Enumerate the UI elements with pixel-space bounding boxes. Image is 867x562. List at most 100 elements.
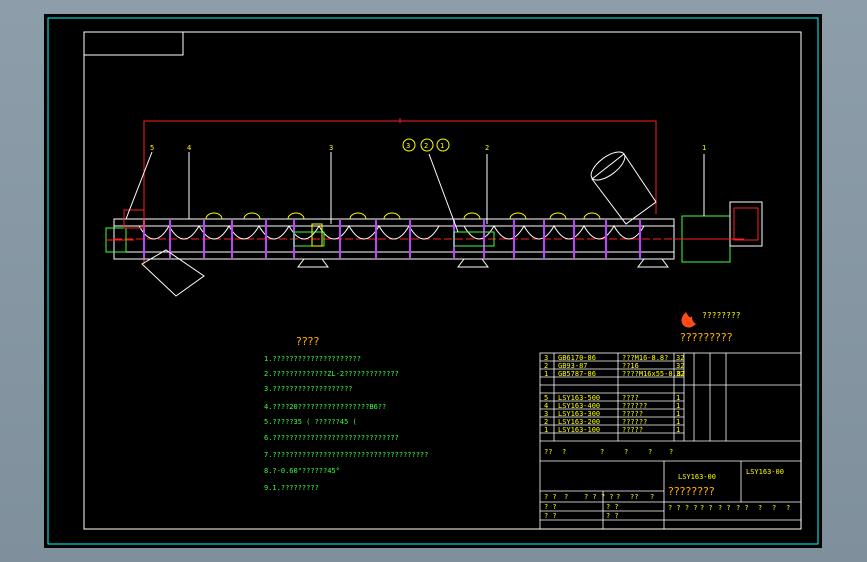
drawing-sheet: 5 4 3 2 1 3 2 1 ???????? ????????? ???? xyxy=(44,14,822,548)
support-feet xyxy=(297,258,669,268)
pu-qty-3: 32 xyxy=(676,370,684,378)
overall-dimension xyxy=(143,118,657,264)
pl-name-1: ???? xyxy=(622,394,639,402)
drawing-number-left: LSY163-00 xyxy=(678,473,716,481)
scale-4: ? ? xyxy=(736,504,749,512)
screw-flights xyxy=(138,225,645,240)
pl-name-4: ?????? xyxy=(622,418,647,426)
note-2: 2.?????????????ZL-2????????????? xyxy=(264,370,399,378)
signature-row: ? ? ? ? ? ? ? ? ?? ? xyxy=(544,493,654,501)
scale-row: ? ? ? ? ? ? ? ? ? ? ? ? ? xyxy=(668,504,790,512)
pl-code-5: LSY163-100 xyxy=(558,426,600,434)
sig-1: ? ? xyxy=(544,493,557,501)
note-3: 3.??????????????????? xyxy=(264,385,353,393)
hdr-5: ? xyxy=(648,448,652,456)
pl-name-2: ?????? xyxy=(622,402,647,410)
pu-code-2: GB93-87 xyxy=(558,362,588,370)
title-block-grid xyxy=(539,352,802,530)
scale-6: ? xyxy=(772,504,776,512)
balloon-1: 1 xyxy=(702,144,706,152)
note-4: 4.????20?????????????????B6?? xyxy=(264,403,386,411)
tail-bearing xyxy=(105,209,145,253)
pu-no-3: 1 xyxy=(544,370,548,378)
pl-qty-5: 1 xyxy=(676,426,680,434)
pl-qty-4: 1 xyxy=(676,418,680,426)
outlet-chute xyxy=(141,249,205,297)
sig-2: ? xyxy=(564,493,568,501)
stage-2: ? ? xyxy=(606,503,619,511)
drive-unit xyxy=(674,201,763,263)
stage-1: ? ? xyxy=(544,503,557,511)
pu-qty-2: 32 xyxy=(676,362,684,370)
drawing-number-right: LSY163-00 xyxy=(746,468,784,476)
pl-code-4: LSY163-200 xyxy=(558,418,600,426)
note-6: 6.?????????????????????????????? xyxy=(264,434,399,442)
pl-no-1: 5 xyxy=(544,394,548,402)
title-header-row: ?? ? ? ? ? ? xyxy=(544,448,673,456)
hdr-4: ? xyxy=(624,448,628,456)
stage-3: ? ? xyxy=(544,512,557,520)
sig-4: ? xyxy=(616,493,620,501)
pl-qty-3: 1 xyxy=(676,410,680,418)
pl-code-1: LSY163-500 xyxy=(558,394,600,402)
pu-code-3: GB5787-86 xyxy=(558,370,596,378)
stage-rows: ? ? ? ? ? ? ? ? xyxy=(544,503,619,520)
balloon-4: 4 xyxy=(187,144,191,152)
pl-no-2: 4 xyxy=(544,402,548,410)
hdr-2: ? xyxy=(562,448,566,456)
leader-lines xyxy=(125,151,705,233)
circle-balloon-1: 1 xyxy=(440,142,444,150)
pl-no-3: 3 xyxy=(544,410,548,418)
parts-lower: 5 LSY163-500 ???? 1 4 LSY163-400 ?????? … xyxy=(544,394,680,434)
scale-1: ? ? ? ? xyxy=(668,504,698,512)
sig-3: ? ? ? ? xyxy=(584,493,614,501)
note-7: 7.????????????????????????????????????? xyxy=(264,451,428,459)
inlet-chute xyxy=(590,151,657,225)
pl-name-3: ????? xyxy=(622,410,643,418)
pl-qty-1: 1 xyxy=(676,394,680,402)
stage-4: ? ? xyxy=(606,512,619,520)
pl-code-3: LSY163-300 xyxy=(558,410,600,418)
pu-name-2: ??16 xyxy=(622,362,639,370)
sig-5: ?? xyxy=(630,493,638,501)
note-8: 8.?-0.60"??????45° xyxy=(264,467,340,475)
inner-border xyxy=(83,31,802,530)
notes-heading: ???? xyxy=(296,335,320,348)
sig-6: ? xyxy=(650,493,654,501)
hdr-6: ? xyxy=(669,448,673,456)
scale-2: ? ? xyxy=(700,504,713,512)
scale-3: ? ? xyxy=(718,504,731,512)
pu-code-1: GB6170-86 xyxy=(558,354,596,362)
balloon-2: 2 xyxy=(485,144,489,152)
notes-list: 1.????????????????????? 2.?????????????Z… xyxy=(264,355,428,492)
pl-qty-2: 1 xyxy=(676,402,680,410)
pl-no-5: 1 xyxy=(544,426,548,434)
scale-7: ? xyxy=(786,504,790,512)
drawing-title: ???????? xyxy=(668,485,715,498)
cover-clamps xyxy=(205,212,601,220)
pu-no-1: 3 xyxy=(544,354,548,362)
balloon-5: 5 xyxy=(150,144,154,152)
scale-5: ? xyxy=(758,504,762,512)
pu-name-1: ???M16-8.8? xyxy=(622,354,668,362)
parts-upper: 3 GB6170-86 ???M16-8.8? 32 2 GB93-87 ??1… xyxy=(544,354,685,378)
note-1: 1.????????????????????? xyxy=(264,355,361,363)
pl-name-5: ????? xyxy=(622,426,643,434)
pl-no-4: 2 xyxy=(544,418,548,426)
note-9: 9.1.????????? xyxy=(264,484,319,492)
company-logo xyxy=(681,312,696,328)
outer-border xyxy=(47,17,819,545)
hdr-1: ?? xyxy=(544,448,552,456)
note-5: 5.?????35 ( ??????45 ( xyxy=(264,418,357,426)
logo-subtitle: ????????? xyxy=(680,331,733,344)
pl-code-2: LSY163-400 xyxy=(558,402,600,410)
logo-text: ???????? xyxy=(702,311,741,320)
corner-tag-box xyxy=(83,31,184,56)
cad-viewport: 5 4 3 2 1 3 2 1 ???????? ????????? ???? xyxy=(0,0,867,562)
circle-balloon-2: 2 xyxy=(424,142,428,150)
pu-qty-1: 32 xyxy=(676,354,684,362)
hdr-3: ? xyxy=(600,448,604,456)
balloon-3: 3 xyxy=(329,144,333,152)
hanger-bearings xyxy=(293,223,495,247)
circle-balloon-3: 3 xyxy=(406,142,410,150)
